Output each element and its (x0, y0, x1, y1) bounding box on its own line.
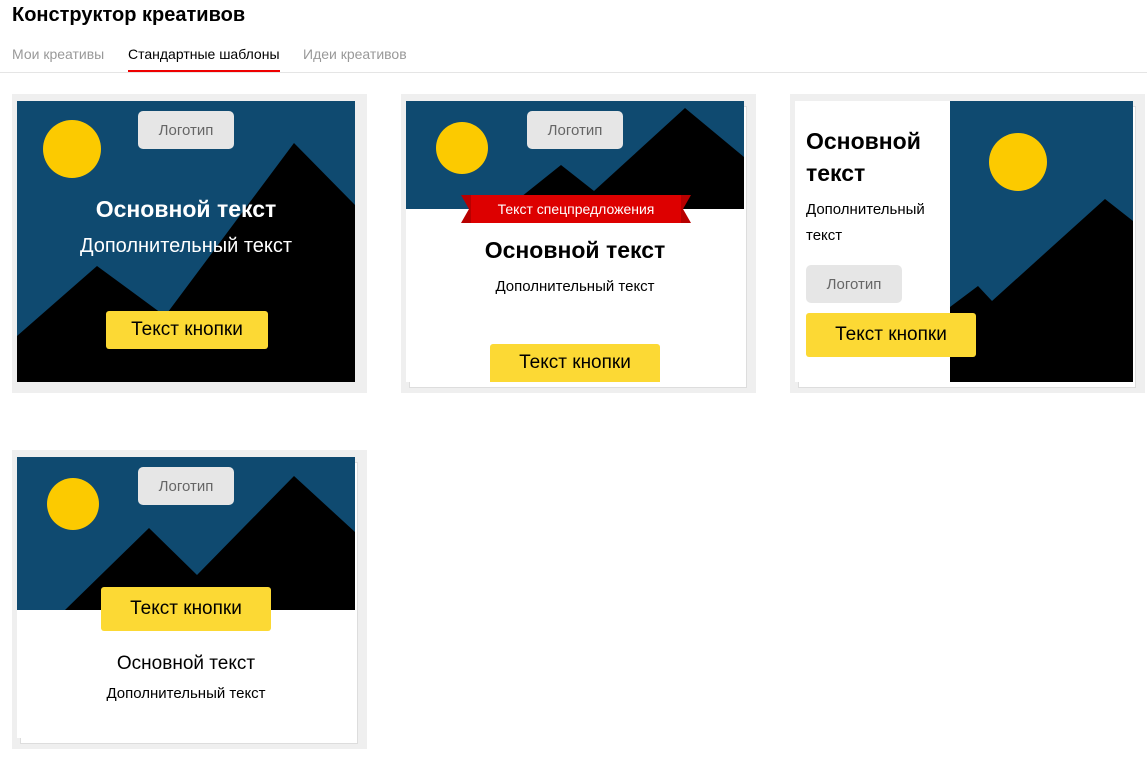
template-card-1[interactable]: Логотип Основной текст Дополнительный те… (12, 94, 367, 393)
template-banner-1: Логотип Основной текст Дополнительный те… (17, 101, 355, 382)
logo-placeholder: Логотип (138, 111, 234, 149)
sun-icon (989, 133, 1047, 191)
extra-text: Дополнительный текст (79, 235, 293, 257)
template-banner-3: Основной текст Дополнительный текст Лого… (795, 101, 1133, 382)
tabs-bar: Мои креативы Стандартные шаблоны Идеи кр… (0, 42, 1147, 73)
sun-icon (43, 120, 101, 178)
tab-standard-templates[interactable]: Стандартные шаблоны (128, 46, 280, 72)
sun-icon (47, 478, 99, 530)
main-text-line-2: текст (806, 160, 866, 186)
logo-placeholder: Логотип (806, 265, 902, 303)
logo-placeholder: Логотип (527, 111, 623, 149)
template-card-3[interactable]: Основной текст Дополнительный текст Лого… (790, 94, 1145, 393)
extra-text-line-2: текст (806, 227, 843, 244)
template-card-2[interactable]: Логотип Текст спецпредложения Основной т… (401, 94, 756, 393)
tab-my-creatives[interactable]: Мои креативы (12, 46, 104, 62)
main-text: Основной текст (116, 653, 256, 674)
template-card-4[interactable]: Логотип Текст кнопки Основной текст Допо… (12, 450, 367, 749)
template-banner-4: Логотип Текст кнопки Основной текст Допо… (17, 457, 355, 738)
sun-icon (436, 122, 488, 174)
extra-text: Дополнительный текст (495, 278, 655, 295)
logo-placeholder: Логотип (138, 467, 234, 505)
tab-creative-ideas[interactable]: Идеи креативов (303, 46, 407, 62)
page-title: Конструктор креативов (12, 4, 246, 26)
main-text-line-1: Основной (806, 128, 921, 154)
offer-text: Текст спецпредложения (497, 201, 655, 217)
cta-button: Текст кнопки (806, 313, 976, 357)
cta-button: Текст кнопки (490, 344, 660, 382)
cta-button: Текст кнопки (106, 311, 268, 349)
cta-button: Текст кнопки (101, 587, 271, 631)
extra-text-line-1: Дополнительный (806, 201, 925, 218)
template-banner-2: Логотип Текст спецпредложения Основной т… (406, 101, 744, 382)
main-text: Основной текст (484, 237, 666, 263)
extra-text: Дополнительный текст (106, 685, 266, 702)
main-text: Основной текст (95, 196, 277, 222)
